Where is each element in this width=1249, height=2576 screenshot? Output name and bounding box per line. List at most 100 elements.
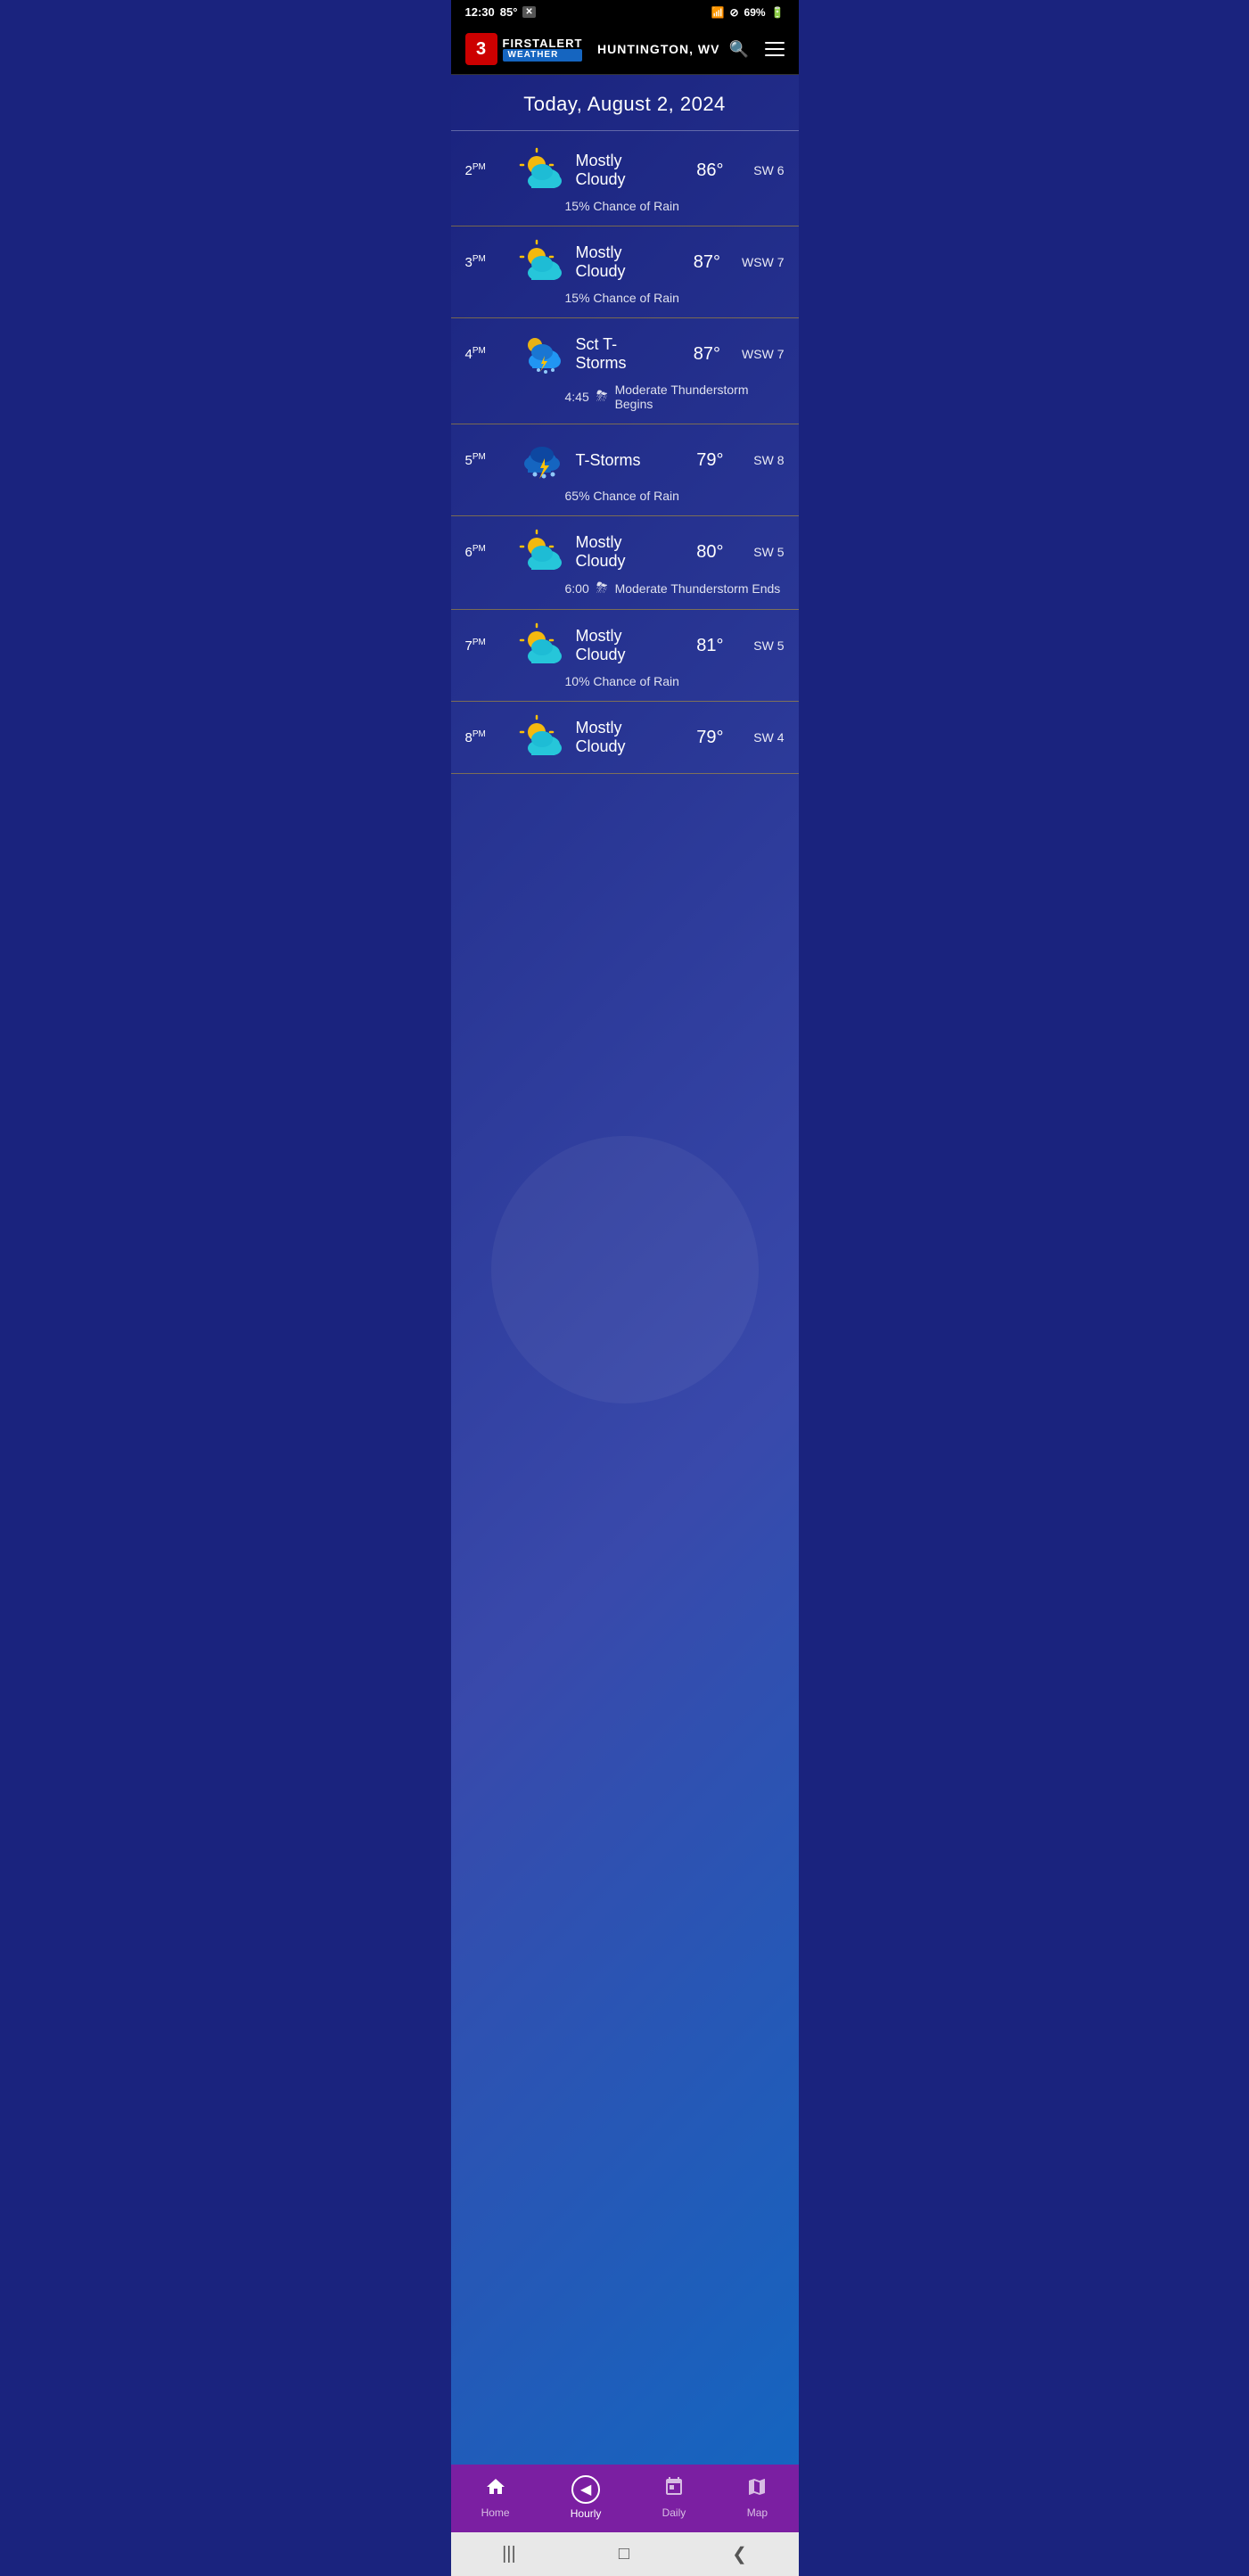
weather-detail: 4:45 ⛈ Moderate Thunderstorm Begins (465, 383, 785, 411)
wind-label: SW 5 (745, 638, 785, 653)
detail-time: 4:45 (565, 390, 589, 404)
search-icon[interactable]: 🔍 (728, 40, 749, 59)
weather-icon (519, 437, 565, 483)
nav-icon-map (746, 2476, 768, 2503)
back-button[interactable]: ❮ (732, 2543, 747, 2565)
weather-time: 5PM (465, 452, 508, 468)
weather-main: 6PM Mostly Cloudy80°SW 5 (465, 529, 785, 575)
weather-icon (519, 239, 565, 285)
weather-main: 4PM Sct T-Storms87°WSW 7 (465, 331, 785, 377)
weather-row-3: 5PM T-Storms 79° SW 8 65% Chance of Rain (451, 424, 799, 516)
detail-text: 10% Chance of Rain (565, 674, 679, 688)
weather-row-5: 7PM Mostly Cloudy 81° SW 5 10% Chance of Ra… (451, 610, 799, 702)
battery-percent: 69% (744, 6, 766, 19)
status-left: 12:30 85° ✕ (465, 5, 536, 19)
condition-label: Mostly Cloudy (576, 533, 670, 571)
temperature: 86° (681, 160, 724, 181)
weather-icon (519, 147, 565, 193)
home-button[interactable]: □ (619, 2544, 629, 2564)
nav-item-daily[interactable]: Daily (648, 2473, 701, 2523)
wind-label: SW 6 (745, 163, 785, 177)
wind-label: WSW 7 (742, 255, 784, 269)
weather-detail: 15% Chance of Rain (465, 199, 785, 213)
wifi-icon: 📶 (711, 6, 725, 19)
weather-row-0: 2PM Mostly Cloudy 86° SW 6 15% Chance of Ra… (451, 135, 799, 226)
battery-icon: 🔋 (771, 6, 785, 19)
status-bar: 12:30 85° ✕ 📶 ⊘ 69% 🔋 (451, 0, 799, 24)
nav-icon-hourly: ◀ (571, 2475, 600, 2504)
detail-text: 15% Chance of Rain (565, 291, 679, 305)
weather-main: 5PM T-Storms 79° SW 8 (465, 437, 785, 483)
logo-container: 3 FIRSTALERT WEATHER (465, 33, 583, 65)
weather-row-1: 3PM Mostly Cloudy 87° WSW 7 15% Chance of R… (451, 226, 799, 318)
weather-row-6: 8PM Mostly Cloudy 79° SW 4 (451, 702, 799, 774)
weather-main: 2PM Mostly Cloudy 86° SW 6 (465, 147, 785, 193)
header-right (765, 42, 785, 56)
temperature: 79° (681, 728, 724, 748)
bottom-nav: Home ◀ Hourly Daily Map (451, 2465, 799, 2532)
nav-label-home: Home (481, 2506, 510, 2519)
status-temp: 85° (500, 5, 518, 19)
nav-item-hourly[interactable]: ◀ Hourly (556, 2472, 616, 2523)
weather-time: 8PM (465, 729, 508, 745)
status-x-icon: ✕ (522, 6, 535, 18)
weather-icon (519, 622, 565, 669)
condition-label: Mostly Cloudy (576, 243, 668, 281)
hamburger-menu[interactable] (765, 42, 785, 56)
app-header: 3 FIRSTALERT WEATHER HUNTINGTON, WV 🔍 (451, 24, 799, 75)
weather-row-2: 4PM Sct T-Storms87°WSW 74:45⛈Moderate Th… (451, 318, 799, 424)
date-divider (451, 130, 799, 131)
weather-detail: 10% Chance of Rain (465, 674, 785, 688)
weather-icon (519, 529, 565, 575)
detail-text: Moderate Thunderstorm Ends (615, 581, 781, 596)
date-header: Today, August 2, 2024 (451, 75, 799, 130)
condition-label: T-Storms (576, 451, 670, 470)
recent-apps-button[interactable]: ||| (502, 2544, 516, 2564)
wind-label: SW 8 (745, 453, 785, 467)
detail-time: 6:00 (565, 581, 589, 596)
temperature: 79° (681, 450, 724, 471)
detail-icon: ⛈ (596, 580, 608, 597)
weather-main: 3PM Mostly Cloudy 87° WSW 7 (465, 239, 785, 285)
detail-text: 15% Chance of Rain (565, 199, 679, 213)
nav-label-map: Map (747, 2506, 768, 2519)
nav-label-daily: Daily (662, 2506, 686, 2519)
detail-text: 65% Chance of Rain (565, 489, 679, 503)
condition-label: Mostly Cloudy (576, 152, 670, 189)
weather-row-4: 6PM Mostly Cloudy80°SW 56:00⛈Moderate Th… (451, 516, 799, 610)
weather-time: 2PM (465, 162, 508, 178)
status-right: 📶 ⊘ 69% 🔋 (711, 6, 785, 19)
alarm-icon: ⊘ (729, 6, 738, 19)
location-text: HUNTINGTON, WV (597, 42, 719, 56)
weather-time: 7PM (465, 638, 508, 654)
weather-time: 4PM (465, 346, 508, 362)
weather-time: 6PM (465, 544, 508, 560)
weather-rows-container: 2PM Mostly Cloudy 86° SW 6 15% Chance of Ra… (451, 135, 799, 774)
weather-icon (519, 331, 565, 377)
channel-number: 3 (465, 33, 497, 65)
nav-icon-daily (663, 2476, 685, 2503)
weather-detail: 15% Chance of Rain (465, 291, 785, 305)
status-time: 12:30 (465, 5, 495, 19)
nav-item-map[interactable]: Map (732, 2473, 782, 2523)
weather-detail: 65% Chance of Rain (465, 489, 785, 503)
temperature: 87° (678, 252, 720, 273)
condition-label: Mostly Cloudy (576, 627, 670, 664)
weather-icon (519, 714, 565, 761)
content-area: Today, August 2, 2024 2PM Mostly Cloudy8… (451, 75, 799, 2465)
temperature: 80° (681, 542, 724, 563)
temperature: 87° (678, 344, 720, 365)
weather-time: 3PM (465, 254, 508, 270)
detail-text: Moderate Thunderstorm Begins (615, 383, 785, 411)
condition-label: Mostly Cloudy (576, 719, 670, 756)
nav-item-home[interactable]: Home (467, 2473, 524, 2523)
system-nav: ||| □ ❮ (451, 2532, 799, 2576)
detail-icon: ⛈ (596, 389, 608, 405)
wind-label: SW 4 (745, 730, 785, 745)
weather-badge: WEATHER (503, 49, 583, 62)
logo-text: FIRSTALERT WEATHER (503, 37, 583, 62)
weather-main: 7PM Mostly Cloudy 81° SW 5 (465, 622, 785, 669)
temperature: 81° (681, 636, 724, 656)
wind-label: WSW 7 (742, 347, 784, 361)
nav-label-hourly: Hourly (571, 2507, 602, 2520)
